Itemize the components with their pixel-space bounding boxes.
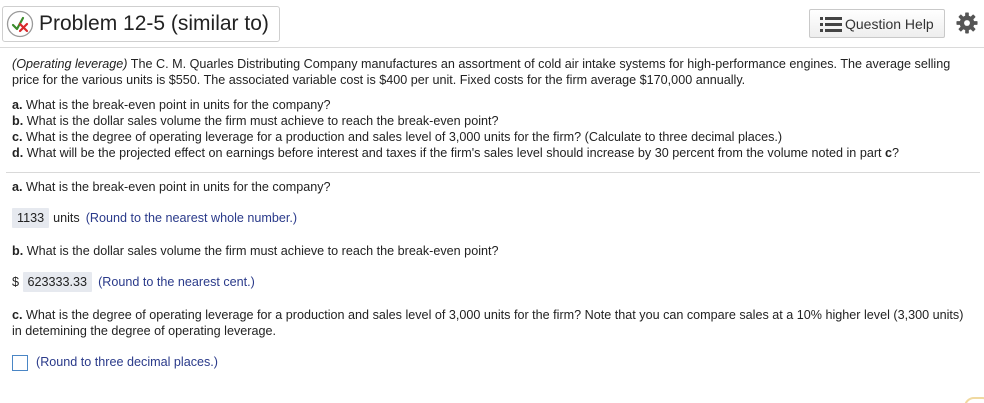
part-reference: c	[885, 146, 893, 160]
header-bar: Problem 12-5 (similar to) Question Help	[0, 0, 984, 48]
section-divider	[6, 172, 980, 173]
question-text: What is the degree of operating leverage…	[12, 308, 964, 338]
problem-part-a: a. What is the break-even point in units…	[12, 97, 962, 113]
problem-part-d: d. What will be the projected effect on …	[12, 145, 962, 161]
answer-c-input[interactable]	[12, 354, 28, 371]
problem-statement: (Operating leverage) The C. M. Quarles D…	[12, 56, 962, 161]
problem-topic: (Operating leverage)	[12, 57, 128, 71]
question-a: a. What is the break-even point in units…	[12, 179, 967, 195]
problem-title-box: Problem 12-5 (similar to)	[2, 6, 280, 42]
question-letter: a.	[12, 180, 23, 194]
answer-c-row: (Round to three decimal places.)	[12, 352, 218, 372]
part-letter: b.	[12, 114, 24, 128]
answer-a-row: 1133 units (Round to the nearest whole num…	[12, 208, 297, 228]
question-c: c. What is the degree of operating lever…	[12, 307, 967, 339]
question-b: b. What is the dollar sales volume the f…	[12, 243, 967, 259]
part-tail: ?	[892, 146, 900, 160]
part-text: What is the dollar sales volume the firm…	[23, 114, 499, 128]
question-help-label: Question Help	[845, 16, 934, 32]
part-letter: a.	[12, 98, 23, 112]
answer-b-field[interactable]: 623333.33	[22, 272, 93, 292]
part-text: What will be the projected effect on ear…	[23, 146, 886, 160]
question-help-button[interactable]: Question Help	[809, 9, 945, 38]
problem-intro: (Operating leverage) The C. M. Quarles D…	[12, 56, 962, 88]
answer-b-row: $ 623333.33 (Round to the nearest cent.)	[12, 272, 255, 292]
corner-badge	[964, 397, 984, 403]
partial-credit-icon	[6, 10, 34, 38]
answer-a-field[interactable]: 1133	[12, 208, 50, 228]
part-letter: c.	[12, 130, 23, 144]
part-text: What is the degree of operating leverage…	[22, 130, 783, 144]
answer-c-hint: (Round to three decimal places.)	[36, 355, 219, 369]
list-icon	[820, 17, 842, 32]
gear-icon[interactable]	[956, 12, 978, 34]
problem-part-b: b. What is the dollar sales volume the f…	[12, 113, 962, 129]
answer-b-hint: (Round to the nearest cent.)	[98, 275, 255, 289]
question-letter: b.	[12, 244, 24, 258]
page: Problem 12-5 (similar to) Question Help	[0, 0, 984, 403]
part-text: What is the break-even point in units fo…	[22, 98, 331, 112]
answer-a-hint: (Round to the nearest whole number.)	[85, 211, 298, 225]
page-title: Problem 12-5 (similar to)	[39, 12, 269, 35]
problem-part-c: c. What is the degree of operating lever…	[12, 129, 962, 145]
problem-intro-text: The C. M. Quarles Distributing Company m…	[12, 57, 951, 87]
question-letter: c.	[12, 308, 23, 322]
question-text: What is the dollar sales volume the firm…	[23, 244, 499, 258]
answer-a-units: units	[53, 211, 80, 225]
question-text: What is the break-even point in units fo…	[22, 180, 331, 194]
part-letter: d.	[12, 146, 24, 160]
answer-b-prefix: $	[12, 275, 20, 289]
